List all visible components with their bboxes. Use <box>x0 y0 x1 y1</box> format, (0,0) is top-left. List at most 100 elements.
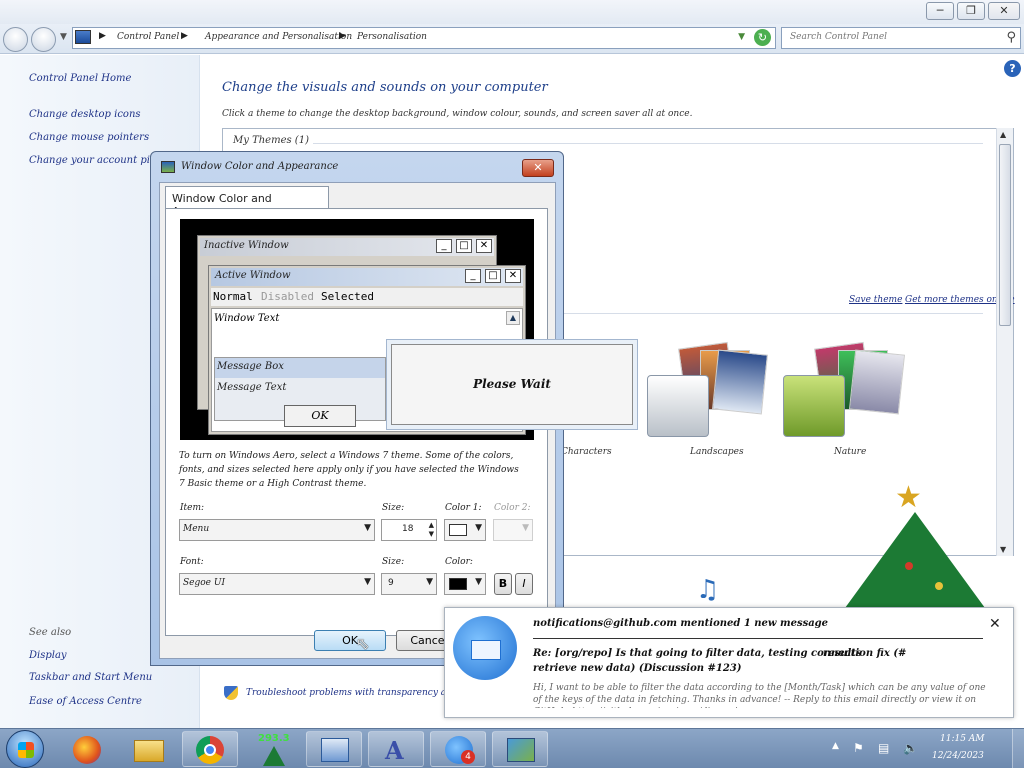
italic-button[interactable]: I <box>515 573 533 595</box>
breadcrumb-chevron-icon[interactable]: ▶ <box>181 31 188 41</box>
dialog-close-button[interactable]: ✕ <box>522 159 554 177</box>
notification-close-button[interactable]: ✕ <box>989 616 1001 632</box>
chevron-down-icon: ▼ <box>522 523 529 533</box>
font-color-picker[interactable]: ▼ <box>444 573 486 595</box>
show-desktop-button[interactable] <box>1012 729 1024 768</box>
chevron-down-icon: ▼ <box>364 577 371 587</box>
clock-date[interactable]: 12/24/2023 <box>932 751 984 761</box>
taskbar-control-panel[interactable] <box>306 731 362 767</box>
forward-button[interactable] <box>31 27 56 52</box>
characters-theme-label: Characters <box>561 447 612 457</box>
active-close-icon: ✕ <box>505 269 521 283</box>
taskbar-chrome[interactable] <box>182 731 238 767</box>
font-size-value: 9 <box>388 578 394 588</box>
scroll-down-arrow[interactable]: ▼ <box>1000 545 1006 554</box>
notification-subject-tail: results <box>823 648 862 659</box>
please-wait-text: Please Wait <box>391 344 633 425</box>
breadcrumb-personalisation[interactable]: Personalisation <box>357 32 427 42</box>
help-icon[interactable]: ? <box>1004 60 1021 77</box>
show-hidden-icons[interactable]: ▲ <box>832 741 839 751</box>
taskbar-start-menu-link[interactable]: Taskbar and Start Menu <box>29 672 152 683</box>
minimize-button[interactable]: ─ <box>926 2 954 20</box>
window-text: Window Text <box>214 313 280 324</box>
font-label: Font: <box>180 557 204 567</box>
font-color-label: Color: <box>445 557 473 567</box>
taskbar-font-app[interactable]: A <box>368 731 424 767</box>
nature-theme-thumbnail[interactable] <box>783 375 845 437</box>
search-input[interactable]: Search Control Panel ⚲ <box>781 27 1021 49</box>
back-button[interactable] <box>3 27 28 52</box>
ok-button[interactable]: OK <box>314 630 386 651</box>
christmas-tree-gadget[interactable]: ★ <box>845 480 985 608</box>
control-panel-home-link[interactable]: Control Panel Home <box>29 73 131 84</box>
dialog-instructions: To turn on Windows Aero, select a Window… <box>179 451 519 489</box>
notification-divider <box>533 638 983 639</box>
firefox-icon <box>73 736 101 764</box>
desktop-icons-link[interactable]: Change desktop icons <box>29 109 141 120</box>
chrome-icon <box>196 736 224 764</box>
address-dropdown-icon[interactable]: ▼ <box>738 32 745 42</box>
save-theme-link[interactable]: Save theme <box>849 295 902 305</box>
taskbar-explorer[interactable] <box>120 731 176 767</box>
nature-photo-thumbnail <box>849 349 905 415</box>
item-dropdown[interactable]: Menu ▼ <box>179 519 375 541</box>
refresh-icon[interactable]: ↻ <box>754 29 771 46</box>
ease-of-access-link[interactable]: Ease of Access Centre <box>29 696 142 707</box>
chevron-down-icon: ▼ <box>475 577 482 587</box>
landscapes-theme-thumbnail[interactable] <box>647 375 709 437</box>
maximize-button[interactable]: ❐ <box>957 2 985 20</box>
action-center-icon[interactable]: ⚑ <box>853 741 864 755</box>
search-placeholder: Search Control Panel <box>790 32 888 42</box>
breadcrumb-chevron-icon[interactable]: ▶ <box>99 31 106 41</box>
breadcrumb-chevron-icon[interactable]: ▶ <box>339 31 346 41</box>
email-notification[interactable]: notifications@github.com mentioned 1 new… <box>444 607 1014 718</box>
window-titlebar: ─ ❐ ✕ <box>0 0 1024 24</box>
breadcrumb-appearance[interactable]: Appearance and Personalisation <box>205 32 352 42</box>
taskbar: 293.3 A 4 ▲ ⚑ ▤ 🔈 11:15 AM 12/24/2023 <box>0 728 1024 768</box>
see-also-heading: See also <box>29 627 72 638</box>
taskbar-personalisation[interactable] <box>492 731 548 767</box>
notification-body: Hi, I want to be able to filter the data… <box>533 683 986 708</box>
address-bar[interactable]: ▶ Control Panel ▶ Appearance and Persona… <box>72 27 776 49</box>
my-themes-divider <box>313 143 983 144</box>
clock-time[interactable]: 11:15 AM <box>940 734 985 744</box>
bold-button[interactable]: B <box>494 573 512 595</box>
tree-counter: 293.3 <box>258 733 290 744</box>
folder-icon <box>134 740 164 762</box>
inactive-close-icon: ✕ <box>476 239 492 253</box>
start-button[interactable] <box>6 730 44 768</box>
recent-pages-icon[interactable]: ▼ <box>60 32 67 42</box>
envelope-icon <box>471 640 501 660</box>
active-maximize-icon: □ <box>485 269 501 283</box>
tree-icon <box>845 512 985 608</box>
nature-theme-label: Nature <box>834 447 867 457</box>
color1-swatch <box>449 524 467 536</box>
display-link[interactable]: Display <box>29 650 67 661</box>
taskbar-firefox[interactable] <box>58 731 114 767</box>
my-themes-heading: My Themes (1) <box>233 135 309 146</box>
tree-ornament-icon <box>935 582 943 590</box>
mouse-pointers-link[interactable]: Change mouse pointers <box>29 132 149 143</box>
font-size-dropdown[interactable]: 9 ▼ <box>381 573 437 595</box>
volume-icon[interactable]: 🔈 <box>903 741 918 755</box>
font-dropdown[interactable]: Segoe UI ▼ <box>179 573 375 595</box>
color1-picker[interactable]: ▼ <box>444 519 486 541</box>
taskbar-thunderbird[interactable]: 4 <box>430 731 486 767</box>
breadcrumb-control-panel[interactable]: Control Panel <box>117 32 179 42</box>
star-icon: ★ <box>895 480 922 515</box>
color2-picker[interactable]: ▼ <box>493 519 533 541</box>
tab-window-color[interactable]: Window Color and Appearance <box>165 186 329 218</box>
scroll-thumb[interactable] <box>999 144 1011 326</box>
network-icon[interactable]: ▤ <box>878 741 889 755</box>
color1-label: Color 1: <box>445 503 482 513</box>
tree-ornament-icon <box>905 562 913 570</box>
taskbar-tree-app[interactable]: 293.3 <box>244 731 300 767</box>
close-button[interactable]: ✕ <box>988 2 1020 20</box>
theme-list-scrollbar[interactable]: ▲ ▼ <box>996 128 1013 556</box>
spinner-arrows-icon[interactable]: ▲ ▼ <box>429 521 434 539</box>
scroll-up-arrow[interactable]: ▲ <box>1000 130 1006 139</box>
size-spinner[interactable]: 18 ▲ ▼ <box>381 519 437 541</box>
size-value: 18 <box>402 524 414 534</box>
search-icon[interactable]: ⚲ <box>1006 30 1016 45</box>
chevron-down-icon: ▼ <box>364 523 371 533</box>
